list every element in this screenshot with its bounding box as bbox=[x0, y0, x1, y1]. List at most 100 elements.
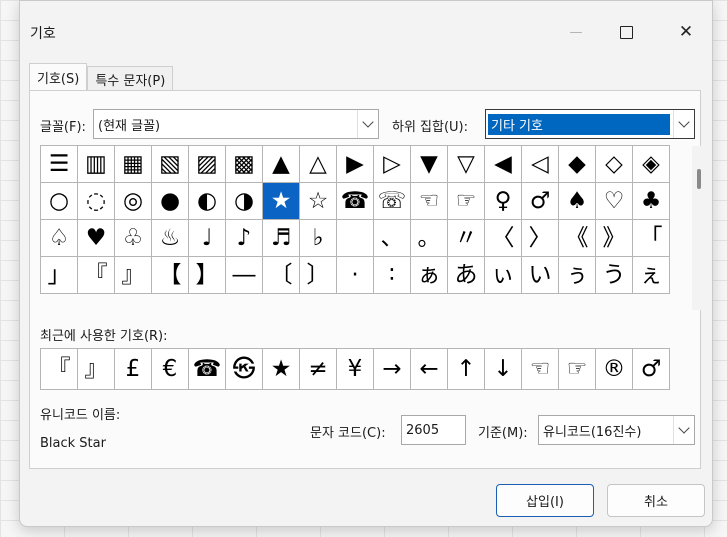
font-select[interactable]: (현재 글꼴) bbox=[93, 109, 379, 139]
symbol-cell[interactable]: ぇ bbox=[633, 257, 670, 294]
recent-symbol-cell[interactable]: € bbox=[152, 349, 189, 390]
recent-symbol-cell[interactable]: ☜ bbox=[522, 349, 559, 390]
from-select[interactable]: 유니코드(16진수) bbox=[538, 415, 695, 445]
symbol-cell[interactable]: 、 bbox=[374, 220, 411, 257]
symbol-cell[interactable]: ♣ bbox=[633, 183, 670, 220]
symbol-cell[interactable]: 〔 bbox=[263, 257, 300, 294]
symbol-cell[interactable]: う bbox=[596, 257, 633, 294]
recent-symbol-cell[interactable]: ≠ bbox=[300, 349, 337, 390]
recent-symbol-cell[interactable]: ® bbox=[596, 349, 633, 390]
symbol-cell[interactable] bbox=[337, 220, 374, 257]
close-button[interactable]: ✕ bbox=[666, 19, 706, 45]
symbol-cell[interactable]: 『 bbox=[78, 257, 115, 294]
symbol-cell[interactable]: ▽ bbox=[448, 146, 485, 183]
symbol-cell[interactable]: △ bbox=[300, 146, 337, 183]
symbol-cell[interactable]: ▨ bbox=[189, 146, 226, 183]
symbol-cell[interactable]: ∶ bbox=[374, 257, 411, 294]
symbol-cell[interactable]: ♨ bbox=[152, 220, 189, 257]
symbol-cell[interactable]: ◆ bbox=[559, 146, 596, 183]
symbol-cell[interactable]: ☆ bbox=[300, 183, 337, 220]
recent-symbol-cell[interactable]: ☎ bbox=[189, 349, 226, 390]
symbol-cell[interactable]: ♀ bbox=[485, 183, 522, 220]
symbol-cell[interactable]: ♬ bbox=[263, 220, 300, 257]
symbol-cell[interactable]: ♧ bbox=[115, 220, 152, 257]
recent-symbol-cell[interactable]: → bbox=[374, 349, 411, 390]
symbol-cell[interactable]: ◎ bbox=[115, 183, 152, 220]
recent-symbol-cell[interactable]: ← bbox=[411, 349, 448, 390]
symbol-cell[interactable]: ☰ bbox=[41, 146, 78, 183]
symbol-cell[interactable]: ◇ bbox=[596, 146, 633, 183]
symbol-cell[interactable]: ◈ bbox=[633, 146, 670, 183]
symbol-cell[interactable]: ◐ bbox=[189, 183, 226, 220]
scrollbar-thumb[interactable] bbox=[697, 169, 701, 189]
symbol-cell[interactable]: ▥ bbox=[78, 146, 115, 183]
symbol-cell[interactable]: ▷ bbox=[374, 146, 411, 183]
symbol-cell[interactable]: 。 bbox=[411, 220, 448, 257]
symbol-cell[interactable]: 〉 bbox=[522, 220, 559, 257]
symbol-cell[interactable]: 》 bbox=[596, 220, 633, 257]
subset-select[interactable]: 기타 기호 bbox=[485, 109, 695, 139]
recent-symbol-cell[interactable]: ↑ bbox=[448, 349, 485, 390]
maximize-button[interactable] bbox=[606, 19, 646, 45]
symbol-cell[interactable]: ▦ bbox=[115, 146, 152, 183]
symbol-cell[interactable]: ☏ bbox=[374, 183, 411, 220]
symbol-cell[interactable]: ♤ bbox=[41, 220, 78, 257]
symbol-cell[interactable]: 【 bbox=[152, 257, 189, 294]
tab-special-characters[interactable]: 특수 문자(P) bbox=[87, 66, 174, 91]
symbol-cell[interactable]: 】 bbox=[189, 257, 226, 294]
symbol-cell[interactable]: ◌ bbox=[78, 183, 115, 220]
cancel-button[interactable]: 취소 bbox=[607, 484, 705, 517]
font-value: (현재 글꼴) bbox=[98, 118, 161, 134]
symbol-cell[interactable]: ― bbox=[226, 257, 263, 294]
symbol-cell[interactable]: ぅ bbox=[559, 257, 596, 294]
symbol-cell[interactable]: ♠ bbox=[559, 183, 596, 220]
recent-symbol-cell[interactable]: 『 bbox=[41, 349, 78, 390]
symbol-cell[interactable]: あ bbox=[448, 257, 485, 294]
recent-symbol-cell[interactable]: ㉿ bbox=[226, 349, 263, 390]
symbol-cell[interactable]: ♂ bbox=[522, 183, 559, 220]
symbol-cell[interactable]: い bbox=[522, 257, 559, 294]
insert-button[interactable]: 삽입(I) bbox=[496, 484, 594, 517]
symbol-cell[interactable]: 」 bbox=[41, 257, 78, 294]
symbol-cell[interactable]: ● bbox=[152, 183, 189, 220]
chevron-down-icon bbox=[357, 110, 378, 138]
symbol-cell[interactable]: ♥ bbox=[78, 220, 115, 257]
recent-symbol-cell[interactable]: ☞ bbox=[559, 349, 596, 390]
symbol-cell[interactable]: ▧ bbox=[152, 146, 189, 183]
symbol-cell[interactable]: ◁ bbox=[522, 146, 559, 183]
recent-symbol-cell[interactable]: ¥ bbox=[337, 349, 374, 390]
symbol-cell[interactable]: ♪ bbox=[226, 220, 263, 257]
recent-symbol-cell[interactable]: ↓ bbox=[485, 349, 522, 390]
recent-symbol-cell[interactable]: 』 bbox=[78, 349, 115, 390]
symbol-cell[interactable]: 〕 bbox=[300, 257, 337, 294]
symbol-cell[interactable]: 「 bbox=[633, 220, 670, 257]
symbol-cell[interactable]: ♡ bbox=[596, 183, 633, 220]
symbol-cell[interactable]: 』 bbox=[115, 257, 152, 294]
symbol-cell[interactable]: ♭ bbox=[300, 220, 337, 257]
tab-symbols[interactable]: 기호(S) bbox=[29, 63, 88, 91]
minimize-button[interactable] bbox=[556, 19, 596, 45]
symbol-cell[interactable]: ♩ bbox=[189, 220, 226, 257]
symbol-cell[interactable]: 《 bbox=[559, 220, 596, 257]
symbol-cell[interactable]: ▼ bbox=[411, 146, 448, 183]
symbol-cell[interactable]: 〈 bbox=[485, 220, 522, 257]
symbol-cell[interactable]: ▲ bbox=[263, 146, 300, 183]
symbol-cell[interactable]: ☎ bbox=[337, 183, 374, 220]
symbol-cell[interactable]: ぃ bbox=[485, 257, 522, 294]
char-code-input[interactable]: 2605 bbox=[401, 415, 466, 445]
symbol-cell[interactable]: ○ bbox=[41, 183, 78, 220]
symbol-cell[interactable]: ぁ bbox=[411, 257, 448, 294]
symbol-cell[interactable]: ◀ bbox=[485, 146, 522, 183]
symbol-cell[interactable]: ★ bbox=[263, 183, 300, 220]
symbol-cell[interactable]: ☜ bbox=[411, 183, 448, 220]
recent-symbol-cell[interactable]: ♂ bbox=[633, 349, 670, 390]
symbol-grid-scrollbar[interactable] bbox=[692, 146, 706, 310]
recent-symbol-cell[interactable]: £ bbox=[115, 349, 152, 390]
recent-symbol-cell[interactable]: ★ bbox=[263, 349, 300, 390]
symbol-cell[interactable]: ☞ bbox=[448, 183, 485, 220]
symbol-cell[interactable]: ▶ bbox=[337, 146, 374, 183]
symbol-cell[interactable]: ◑ bbox=[226, 183, 263, 220]
symbol-cell[interactable]: ▩ bbox=[226, 146, 263, 183]
symbol-cell[interactable]: 〃 bbox=[448, 220, 485, 257]
symbol-cell[interactable]: · bbox=[337, 257, 374, 294]
